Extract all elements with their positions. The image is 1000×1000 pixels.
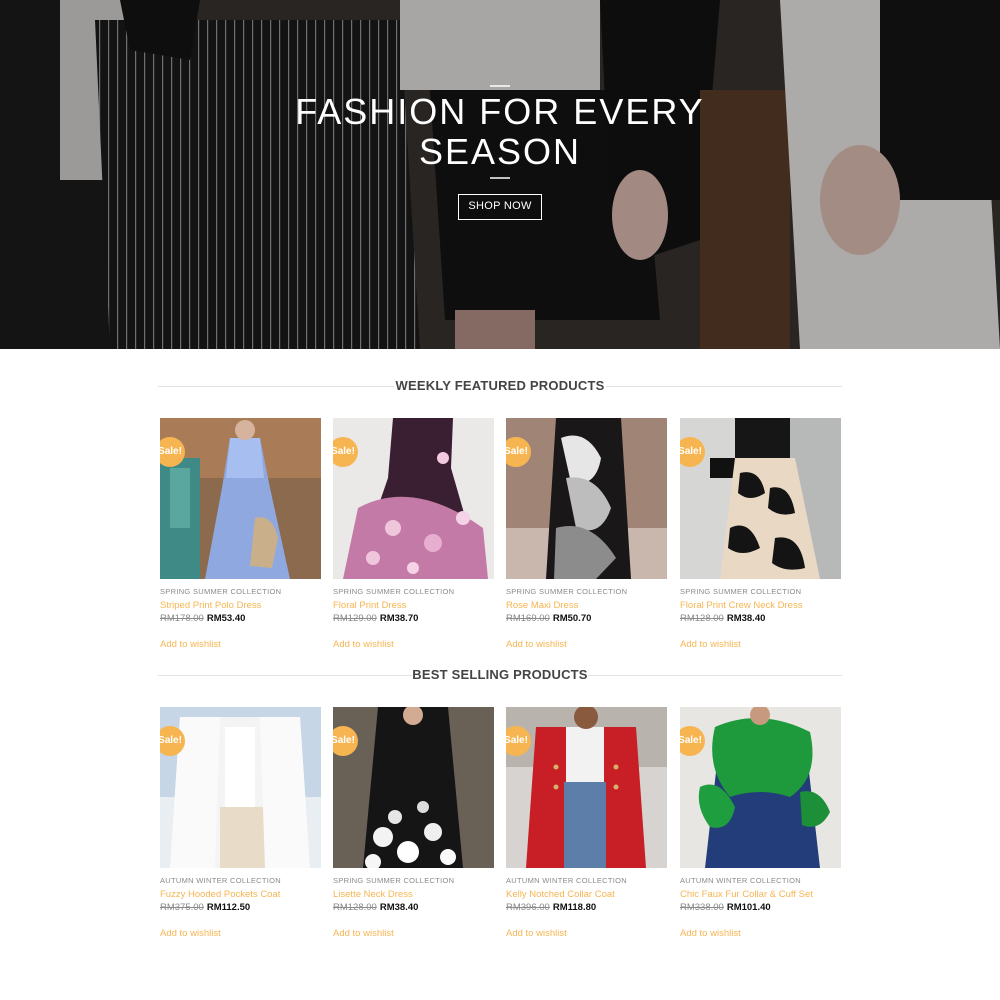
product-card[interactable]: Sale! SPRING SUMMER COLLECTION Floral Pr… xyxy=(333,418,494,652)
bestselling-section-title: BEST SELLING PRODUCTS xyxy=(412,667,588,682)
old-price: RM338.00 xyxy=(680,902,724,913)
old-price: RM375.00 xyxy=(160,902,204,913)
add-to-wishlist-link[interactable]: Add to wishlist xyxy=(333,639,394,651)
product-category[interactable]: SPRING SUMMER COLLECTION xyxy=(333,587,494,596)
add-to-wishlist-link[interactable]: Add to wishlist xyxy=(160,928,221,940)
featured-section-heading: WEEKLY FEATURED PRODUCTS xyxy=(158,376,842,396)
product-price: RM375.00 RM112.50 xyxy=(160,902,321,914)
add-to-wishlist-link[interactable]: Add to wishlist xyxy=(506,928,567,940)
product-price: RM178.00 RM53.40 xyxy=(160,613,321,625)
product-image[interactable]: Sale! xyxy=(680,418,841,579)
sale-price: RM112.50 xyxy=(206,902,251,913)
product-name[interactable]: Fuzzy Hooded Pockets Coat xyxy=(160,889,321,900)
sale-price: RM118.80 xyxy=(552,902,597,913)
sale-price: RM53.40 xyxy=(206,613,246,624)
old-price: RM129.00 xyxy=(333,613,377,624)
product-name[interactable]: Rose Maxi Dress xyxy=(506,600,667,611)
product-name[interactable]: Lisette Neck Dress xyxy=(333,889,494,900)
product-name[interactable]: Chic Faux Fur Collar & Cuff Set xyxy=(680,889,841,900)
product-category[interactable]: SPRING SUMMER COLLECTION xyxy=(680,587,841,596)
hero-divider-top xyxy=(490,85,510,87)
product-image[interactable]: Sale! xyxy=(160,418,321,579)
product-price: RM129.00 RM38.70 xyxy=(333,613,494,625)
product-category[interactable]: SPRING SUMMER COLLECTION xyxy=(160,587,321,596)
add-to-wishlist-link[interactable]: Add to wishlist xyxy=(680,928,741,940)
product-card[interactable]: Sale! SPRING SUMMER COLLECTION Lisette N… xyxy=(333,707,494,941)
shop-now-button[interactable]: SHOP NOW xyxy=(458,194,542,220)
product-card[interactable]: Sale! AUTUMN WINTER COLLECTION Chic Faux… xyxy=(680,707,841,941)
old-price: RM128.00 xyxy=(333,902,377,913)
product-category[interactable]: AUTUMN WINTER COLLECTION xyxy=(160,876,321,885)
product-category[interactable]: SPRING SUMMER COLLECTION xyxy=(506,587,667,596)
sale-price: RM50.70 xyxy=(552,613,592,624)
featured-section-title: WEEKLY FEATURED PRODUCTS xyxy=(395,378,605,393)
product-image[interactable]: Sale! xyxy=(333,418,494,579)
old-price: RM178.00 xyxy=(160,613,204,624)
add-to-wishlist-link[interactable]: Add to wishlist xyxy=(506,639,567,651)
old-price: RM128.00 xyxy=(680,613,724,624)
product-category[interactable]: SPRING SUMMER COLLECTION xyxy=(333,876,494,885)
add-to-wishlist-link[interactable]: Add to wishlist xyxy=(680,639,741,651)
old-price: RM396.00 xyxy=(506,902,550,913)
product-name[interactable]: Floral Print Crew Neck Dress xyxy=(680,600,841,611)
bestselling-section-heading: BEST SELLING PRODUCTS xyxy=(158,665,842,685)
product-card[interactable]: Sale! AUTUMN WINTER COLLECTION Fuzzy Hoo… xyxy=(160,707,321,941)
product-card[interactable]: Sale! AUTUMN WINTER COLLECTION Kelly Not… xyxy=(506,707,667,941)
product-card[interactable]: Sale! SPRING SUMMER COLLECTION Rose Maxi… xyxy=(506,418,667,652)
product-image[interactable]: Sale! xyxy=(506,418,667,579)
product-image[interactable]: Sale! xyxy=(680,707,841,868)
product-price: RM338.00 RM101.40 xyxy=(680,902,841,914)
product-price: RM396.00 RM118.80 xyxy=(506,902,667,914)
product-price: RM128.00 RM38.40 xyxy=(680,613,841,625)
add-to-wishlist-link[interactable]: Add to wishlist xyxy=(333,928,394,940)
sale-price: RM38.70 xyxy=(379,613,419,624)
product-image[interactable]: Sale! xyxy=(160,707,321,868)
add-to-wishlist-link[interactable]: Add to wishlist xyxy=(160,639,221,651)
sale-price: RM101.40 xyxy=(726,902,771,913)
product-name[interactable]: Floral Print Dress xyxy=(333,600,494,611)
product-name[interactable]: Striped Print Polo Dress xyxy=(160,600,321,611)
product-image[interactable]: Sale! xyxy=(333,707,494,868)
hero-divider-bottom xyxy=(490,177,510,179)
hero-title: FASHION FOR EVERY SEASON xyxy=(295,91,705,172)
sale-price: RM38.40 xyxy=(379,902,419,913)
old-price: RM169.00 xyxy=(506,613,550,624)
product-card[interactable]: Sale! SPRING SUMMER COLLECTION Striped P… xyxy=(160,418,321,652)
sale-price: RM38.40 xyxy=(726,613,766,624)
hero-banner: FASHION FOR EVERY SEASON SHOP NOW xyxy=(0,0,1000,349)
product-price: RM128.00 RM38.40 xyxy=(333,902,494,914)
product-category[interactable]: AUTUMN WINTER COLLECTION xyxy=(680,876,841,885)
product-category[interactable]: AUTUMN WINTER COLLECTION xyxy=(506,876,667,885)
product-price: RM169.00 RM50.70 xyxy=(506,613,667,625)
product-card[interactable]: Sale! SPRING SUMMER COLLECTION Floral Pr… xyxy=(680,418,841,652)
hero-content: FASHION FOR EVERY SEASON SHOP NOW xyxy=(0,0,1000,349)
product-image[interactable]: Sale! xyxy=(506,707,667,868)
product-name[interactable]: Kelly Notched Collar Coat xyxy=(506,889,667,900)
